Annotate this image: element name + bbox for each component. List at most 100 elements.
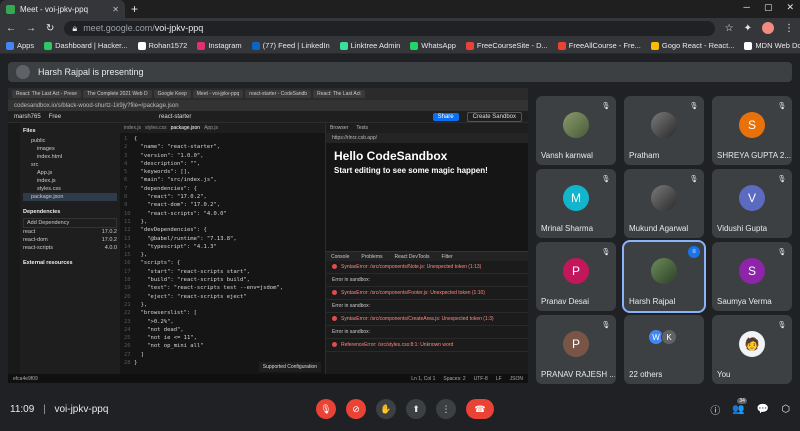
new-tab-button[interactable]: +	[131, 2, 138, 16]
csb-user: marsh765	[14, 113, 41, 120]
participant-avatar	[563, 112, 589, 138]
console-row: SyntaxError: /src/components/Footer.js: …	[326, 287, 528, 300]
browser-tab-strip: Meet - voi-jpkv-ppq ✕ + ─ ▢ ✕	[0, 0, 800, 18]
bookmark-favicon-icon	[410, 41, 419, 50]
error-icon	[332, 316, 337, 321]
meet-favicon-icon	[6, 4, 15, 14]
more-options-button[interactable]: ⋮	[436, 399, 456, 419]
console-tab: Filter	[441, 253, 453, 260]
participant-tile[interactable]: S 🎙︎ SHREYA GUPTA 2...	[712, 96, 792, 165]
participant-name: Mrinal Sharma	[541, 224, 594, 233]
browser-menu-icon[interactable]: ⋮	[784, 23, 794, 34]
bookmark-item[interactable]: Gogo React - React...	[650, 41, 735, 50]
meeting-info: 11:09 | voi-jpkv-ppq	[10, 404, 108, 415]
participant-tile[interactable]: 🎙︎ Vansh karnwal	[536, 96, 616, 165]
minimize-icon[interactable]: ─	[744, 2, 750, 13]
bookmark-item[interactable]: Rohan1572	[137, 41, 187, 50]
console-row: SyntaxError: /src/components/Note.js: Un…	[326, 261, 528, 274]
shared-browser-tabs: React: The Last Act - Prese The Complete …	[8, 88, 528, 100]
participant-tile[interactable]: 🎙︎ Mukund Agarwal	[624, 169, 704, 238]
line-number: 11	[124, 218, 131, 225]
line-number: 18	[124, 277, 131, 284]
browser-tab-meet[interactable]: Meet - voi-jpkv-ppq ✕	[0, 0, 125, 18]
participant-tile[interactable]: W K 22 others	[624, 315, 704, 384]
line-number: 14	[124, 243, 131, 250]
line-number: 13	[124, 235, 131, 242]
preview-subheading: Start editing to see some magic happen!	[334, 166, 488, 175]
bookmark-item[interactable]: Linktree Admin	[339, 41, 400, 50]
console-row: ReferenceError: /src/styles.css:8:1: Unk…	[326, 339, 528, 352]
bookmark-favicon-icon	[137, 41, 146, 50]
meeting-details-icon[interactable]: ⓘ	[710, 402, 720, 417]
line-number: 9	[124, 202, 128, 209]
extensions-icon[interactable]: ✦	[744, 23, 752, 34]
participant-avatar	[651, 185, 677, 211]
participant-tile[interactable]: V 🎙︎ Vidushi Gupta	[712, 169, 792, 238]
code-line: 24 "not dead",	[124, 326, 321, 334]
raise-hand-button[interactable]: ✋	[376, 399, 396, 419]
status-right: Ln 1, Col 1 Spaces: 2 UTF-8 LF JSON	[411, 376, 523, 382]
csb-user-badge: Free	[48, 113, 62, 120]
mic-off-button[interactable]: 🎙︎	[316, 399, 336, 419]
participant-tile[interactable]: 🧑 🎙︎ You	[712, 315, 792, 384]
speaking-indicator-icon: ≡	[688, 246, 700, 258]
close-tab-icon[interactable]: ✕	[112, 5, 119, 14]
bookmark-label: FreeAllCourse - Fre...	[568, 41, 641, 50]
bookmark-label: Gogo React - React...	[661, 41, 735, 50]
meet-bottom-bar: 11:09 | voi-jpkv-ppq 🎙︎ ⊘ ✋ ⬆ ⋮ ☎ ⓘ 👥 34…	[0, 390, 800, 431]
others-avatars: WK	[648, 329, 677, 345]
code-line: 19 "test": "react-scripts test --env=jsd…	[124, 284, 321, 292]
back-icon[interactable]: ←	[6, 23, 16, 34]
bookmark-item[interactable]: FreeAllCourse - Fre...	[557, 41, 641, 50]
bookmark-star-icon[interactable]: ☆	[725, 23, 734, 34]
participant-name: You	[717, 370, 731, 379]
address-bar[interactable]: 🔒︎ meet.google.com/voi-jpkv-ppq	[64, 20, 715, 36]
people-button[interactable]: 👥 34	[732, 398, 747, 415]
forward-icon[interactable]: →	[26, 23, 36, 34]
restore-icon[interactable]: ▢	[764, 2, 773, 13]
close-window-icon[interactable]: ✕	[786, 2, 794, 13]
participant-name: Pratham	[629, 151, 660, 160]
editor-tab: App.js	[204, 125, 218, 131]
code-line: 17 "start": "react-scripts start",	[124, 268, 321, 276]
camera-off-button[interactable]: ⊘	[346, 399, 366, 419]
bookmark-item[interactable]: WhatsApp	[410, 41, 456, 50]
code-line: 1{	[124, 135, 321, 143]
participant-tile[interactable]: M 🎙︎ Mrinal Sharma	[536, 169, 616, 238]
shared-address-bar: codesandbox.io/s/black-wood-shurtz-1k9jy…	[8, 100, 528, 111]
participant-tile[interactable]: ≡ Harsh Rajpal	[622, 240, 706, 313]
console-tabs: Console Problems React DevTools Filter	[326, 252, 528, 261]
error-icon	[332, 290, 337, 295]
participant-tile[interactable]: S 🎙︎ Saumya Verma	[712, 242, 792, 311]
activities-icon[interactable]: ⬡	[781, 404, 790, 415]
participant-tile[interactable]: 🎙︎ Pratham	[624, 96, 704, 165]
end-call-button[interactable]: ☎	[466, 399, 494, 419]
code-editor: index.js styles.css package.json App.js 1{2…	[120, 123, 325, 374]
code-line: 10 "react-scripts": "4.0.0"	[124, 210, 321, 218]
reload-icon[interactable]: ↻	[46, 23, 54, 34]
code-line: 7 "dependencies": {	[124, 185, 321, 193]
bookmark-item[interactable]: (77) Feed | LinkedIn	[251, 41, 330, 50]
bookmark-item[interactable]: Apps	[6, 41, 34, 50]
console-panel: Console Problems React DevTools Filter Synt…	[326, 251, 528, 374]
profile-avatar[interactable]	[762, 22, 774, 34]
deps-list: react 17.0.2 react-dom 17.0.2 react-scripts 4…	[23, 228, 117, 252]
bookmark-item[interactable]: MDN Web Docs	[744, 41, 800, 50]
participant-count-badge: 34	[737, 398, 747, 404]
window-controls: ─ ▢ ✕	[744, 2, 794, 13]
file-item: index.js	[37, 178, 56, 184]
muted-mic-icon: 🎙︎	[689, 103, 699, 110]
line-number: 28	[124, 360, 131, 367]
chat-icon[interactable]: 💬	[757, 404, 769, 415]
code-text: "react-dom": "17.0.2",	[134, 202, 221, 209]
participant-tile[interactable]: P 🎙︎ Pranav Desai	[536, 242, 616, 311]
bookmark-item[interactable]: FreeCourseSite - D...	[465, 41, 548, 50]
bookmark-item[interactable]: Dashboard | Hacker...	[44, 41, 128, 50]
participant-tile[interactable]: P 🎙︎ PRANAV RAJESH ...	[536, 315, 616, 384]
console-message: SyntaxError: /src/components/Note.js: Un…	[341, 264, 482, 270]
bookmark-favicon-icon	[251, 41, 260, 50]
preview-page: Hello CodeSandbox Start editing to see s…	[326, 143, 528, 251]
present-now-button[interactable]: ⬆	[406, 399, 426, 419]
participant-name: Vansh karnwal	[541, 151, 593, 160]
bookmark-item[interactable]: Instagram	[197, 41, 242, 50]
